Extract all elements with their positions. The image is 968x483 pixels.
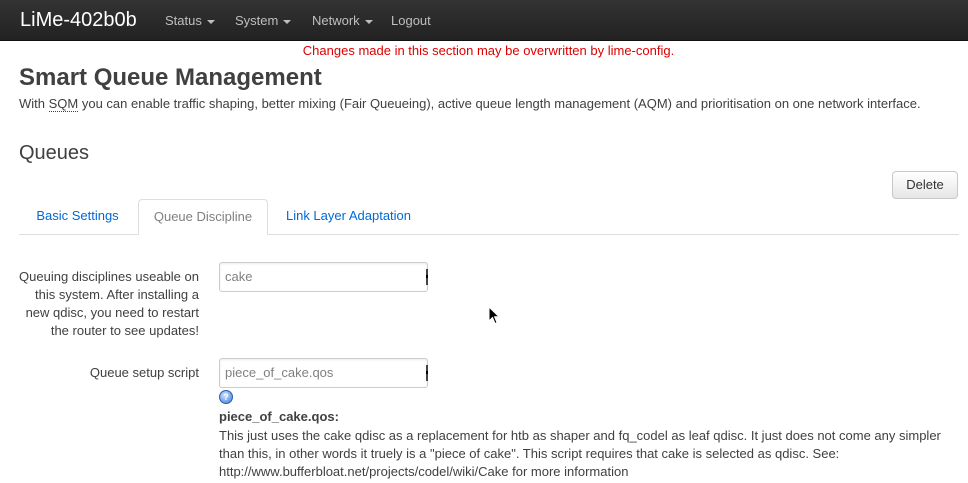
- tab-link-layer-adaptation[interactable]: Link Layer Adaptation: [271, 199, 426, 235]
- nav-network-label: Network: [312, 13, 360, 28]
- page-description: With SQM you can enable traffic shaping,…: [19, 96, 921, 112]
- overwrite-warning: Changes made in this section may be over…: [302, 43, 675, 58]
- script-select-value: piece_of_cake.qos: [225, 365, 334, 380]
- help-icon[interactable]: ?: [219, 390, 233, 404]
- section-tabs: Basic Settings Queue Discipline Link Lay…: [19, 199, 959, 235]
- chevron-down-icon: [283, 19, 292, 24]
- dropdown-arrow-icon: [422, 269, 428, 285]
- help-text: This just uses the cake qdisc as a repla…: [219, 428, 941, 479]
- help-title: piece_of_cake.qos:: [219, 409, 339, 424]
- script-select[interactable]: piece_of_cake.qos: [219, 358, 428, 388]
- qdisc-field-label: Queuing disciplines useable on this syst…: [19, 269, 199, 338]
- qdisc-select[interactable]: cake: [219, 262, 428, 292]
- desc-prefix: With: [19, 96, 49, 111]
- nav-system-menu[interactable]: System: [235, 13, 292, 29]
- desc-suffix: you can enable traffic shaping, better m…: [78, 96, 921, 111]
- page-title: Smart Queue Management: [19, 64, 322, 91]
- qdisc-select-value: cake: [225, 269, 253, 284]
- dropdown-arrow-icon: [422, 365, 428, 381]
- nav-status-label: Status: [165, 13, 202, 28]
- chevron-down-icon: [206, 19, 215, 24]
- tab-queue-discipline[interactable]: Queue Discipline: [138, 199, 268, 235]
- tab-basic-settings[interactable]: Basic Settings: [19, 199, 136, 235]
- nav-network-menu[interactable]: Network: [312, 13, 373, 29]
- nav-system-label: System: [235, 13, 279, 28]
- script-field-label: Queue setup script: [89, 365, 199, 380]
- top-navbar: LiMe-402b0b Status System Network Logout: [0, 0, 968, 41]
- sqm-abbreviation: SQM: [48, 96, 79, 112]
- nav-logout-link[interactable]: Logout: [391, 13, 431, 29]
- section-title: Queues: [19, 142, 90, 164]
- nav-status-menu[interactable]: Status: [165, 13, 215, 29]
- mouse-pointer-icon: [488, 305, 501, 329]
- brand-title[interactable]: LiMe-402b0b: [20, 8, 137, 32]
- chevron-down-icon: [364, 19, 373, 24]
- delete-button[interactable]: Delete: [892, 171, 958, 199]
